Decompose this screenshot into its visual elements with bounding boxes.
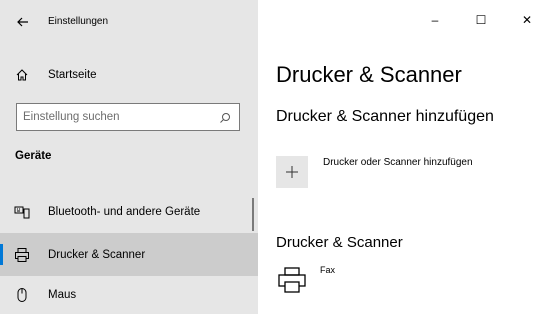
sidebar: Einstellungen Startseite Einstellung suc… xyxy=(0,0,258,314)
selection-indicator xyxy=(0,244,3,265)
add-device-button[interactable] xyxy=(276,156,308,188)
sidebar-item-label: Bluetooth- und andere Geräte xyxy=(48,206,201,218)
close-button[interactable]: ✕ xyxy=(504,0,550,40)
maximize-button[interactable]: ☐ xyxy=(458,0,504,40)
plus-icon xyxy=(286,166,298,178)
sidebar-item-bluetooth[interactable]: Bluetooth- und andere Geräte xyxy=(0,193,258,231)
printers-list-title: Drucker & Scanner xyxy=(276,234,403,251)
window-controls: – ☐ ✕ xyxy=(412,0,550,40)
scrollbar[interactable] xyxy=(252,198,254,231)
device-name[interactable]: Fax xyxy=(320,265,335,275)
app-title: Einstellungen xyxy=(48,16,109,27)
sidebar-item-printers[interactable]: Drucker & Scanner xyxy=(0,233,258,276)
keyboard-icon xyxy=(14,204,30,220)
sidebar-item-label: Startseite xyxy=(48,69,97,81)
home-icon xyxy=(14,67,30,83)
printer-icon xyxy=(14,247,30,263)
back-arrow-icon[interactable] xyxy=(14,13,32,31)
section-title-devices: Geräte xyxy=(15,150,52,162)
maximize-icon: ☐ xyxy=(475,13,487,27)
minimize-icon: – xyxy=(431,13,439,27)
sidebar-item-label: Maus xyxy=(48,289,77,301)
sidebar-item-home[interactable]: Startseite xyxy=(0,56,258,94)
main-content: – ☐ ✕ Drucker & Scanner Drucker & Scanne… xyxy=(258,0,550,314)
add-device-label[interactable]: Drucker oder Scanner hinzufügen xyxy=(323,157,473,168)
search-placeholder: Einstellung suchen xyxy=(23,111,120,123)
printer-icon[interactable] xyxy=(276,264,308,296)
sidebar-item-mouse[interactable]: Maus xyxy=(0,276,258,314)
close-icon: ✕ xyxy=(521,13,533,27)
minimize-button[interactable]: – xyxy=(412,0,458,40)
mouse-icon xyxy=(14,287,30,303)
add-section-title: Drucker & Scanner hinzufügen xyxy=(276,108,494,125)
sidebar-item-label: Drucker & Scanner xyxy=(48,248,146,261)
page-title: Drucker & Scanner xyxy=(276,62,462,87)
search-icon[interactable] xyxy=(219,111,231,123)
search-input[interactable]: Einstellung suchen xyxy=(16,103,240,131)
